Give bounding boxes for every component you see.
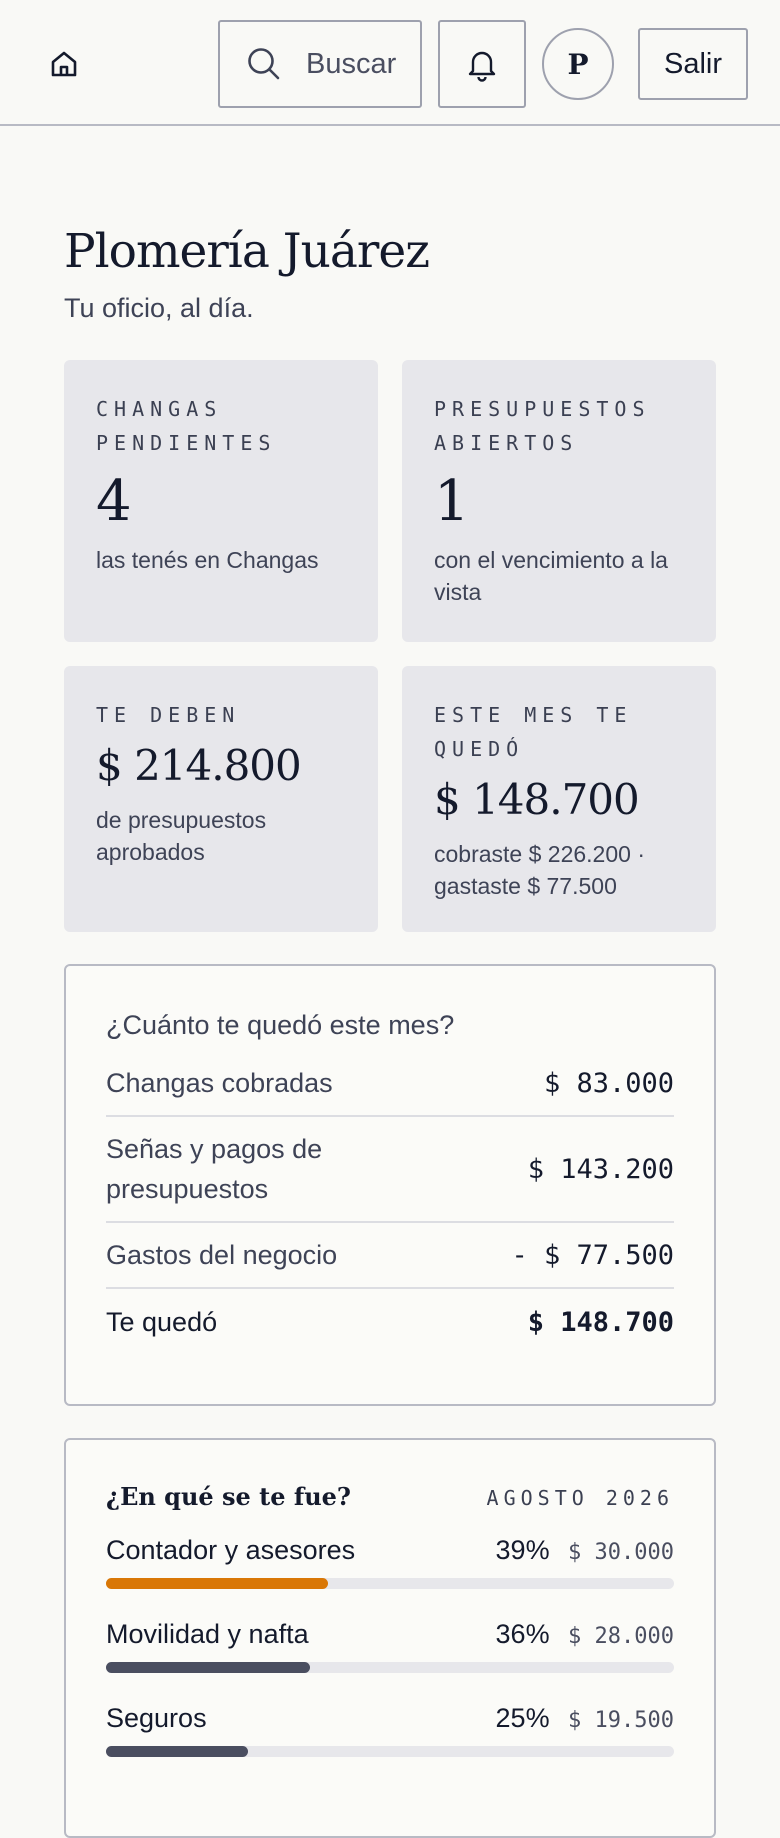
summary-row: Señas y pagos de presupuestos $ 143.200 (106, 1117, 674, 1223)
expenses-month: AGOSTO 2026 (486, 1486, 674, 1510)
expense-bar-track (106, 1662, 674, 1673)
stat-card-owed[interactable]: TE DEBEN $ 214.800 de presupuestos aprob… (64, 666, 378, 932)
summary-total-row: Te quedó $ 148.700 (106, 1289, 674, 1355)
stat-label: ESTE MES TE QUEDÓ (434, 703, 633, 761)
search-icon (248, 48, 280, 80)
expense-item: Contador y asesores 39% $ 30.000 (106, 1535, 674, 1589)
expenses-title: ¿En qué se te fue? (106, 1482, 351, 1511)
stat-value: $ 214.800 (96, 741, 302, 790)
expenses-panel: ¿En qué se te fue? AGOSTO 2026 Contador … (64, 1438, 716, 1838)
stat-description: cobraste $ 226.200 · gastaste $ 77.500 (434, 841, 645, 899)
expense-percent: 25% (495, 1703, 550, 1733)
expense-amount: $ 30.000 (568, 1540, 674, 1565)
expense-amount: $ 28.000 (568, 1624, 674, 1649)
summary-row: Gastos del negocio - $ 77.500 (106, 1223, 674, 1289)
page-title: Plomería Juárez (64, 224, 430, 279)
page-subtitle: Tu oficio, al día. (64, 293, 254, 323)
expense-percent: 39% (495, 1535, 550, 1565)
summary-row-label: Gastos del negocio (106, 1240, 338, 1270)
expense-bar-fill (106, 1662, 311, 1673)
top-bar: Buscar P Salir (0, 0, 780, 126)
stat-description: de presupuestos aprobados (96, 807, 267, 865)
stat-description: las tenés en Changas (96, 547, 319, 573)
expense-percent: 36% (495, 1619, 550, 1649)
expense-item: Seguros 25% $ 19.500 (106, 1703, 674, 1757)
expense-bar-track (106, 1578, 674, 1589)
summary-title: ¿Cuánto te quedó este mes? (106, 1010, 455, 1040)
summary-row-value: - $ 77.500 (511, 1239, 674, 1271)
stat-label: TE DEBEN (96, 703, 241, 727)
stat-value: 1 (434, 469, 470, 534)
expense-bar-fill (106, 1578, 328, 1589)
stat-description: con el vencimiento a la vista (434, 547, 668, 605)
search-button[interactable]: Buscar (218, 20, 422, 108)
expense-item: Movilidad y nafta 36% $ 28.000 (106, 1619, 674, 1673)
summary-total-value: $ 148.700 (527, 1306, 674, 1338)
stat-card-month[interactable]: ESTE MES TE QUEDÓ $ 148.700 cobraste $ 2… (402, 666, 716, 932)
stat-card-pending[interactable]: CHANGAS PENDIENTES 4 las tenés en Changa… (64, 360, 378, 642)
summary-row-value: $ 143.200 (527, 1153, 674, 1185)
monthly-summary-panel: ¿Cuánto te quedó este mes? Changas cobra… (64, 964, 716, 1406)
expense-name: Contador y asesores (106, 1535, 356, 1565)
logout-button[interactable]: Salir (638, 28, 748, 100)
summary-row-label: Changas cobradas (106, 1068, 333, 1098)
stat-value: 4 (96, 469, 132, 534)
home-icon (51, 51, 77, 77)
stat-label: PRESUPUESTOS ABIERTOS (434, 397, 651, 455)
bell-icon (468, 51, 496, 82)
summary-row-value: $ 83.000 (543, 1067, 674, 1099)
expense-bar-fill (106, 1746, 248, 1757)
expense-bar-track (106, 1746, 674, 1757)
expense-name: Movilidad y nafta (106, 1619, 309, 1649)
summary-row: Changas cobradas $ 83.000 (106, 1051, 674, 1117)
home-button[interactable] (44, 44, 84, 84)
summary-row-label: Señas y pagos de presupuestos (106, 1134, 323, 1204)
expense-name: Seguros (106, 1703, 207, 1733)
expense-amount: $ 19.500 (568, 1708, 674, 1733)
summary-total-label: Te quedó (106, 1307, 218, 1337)
notifications-button[interactable] (438, 20, 526, 108)
avatar[interactable]: P (542, 28, 614, 100)
search-label: Buscar (306, 47, 397, 80)
stat-label: CHANGAS PENDIENTES (96, 397, 277, 455)
stat-card-quotes[interactable]: PRESUPUESTOS ABIERTOS 1 con el vencimien… (402, 360, 716, 642)
stat-value: $ 148.700 (434, 775, 640, 824)
